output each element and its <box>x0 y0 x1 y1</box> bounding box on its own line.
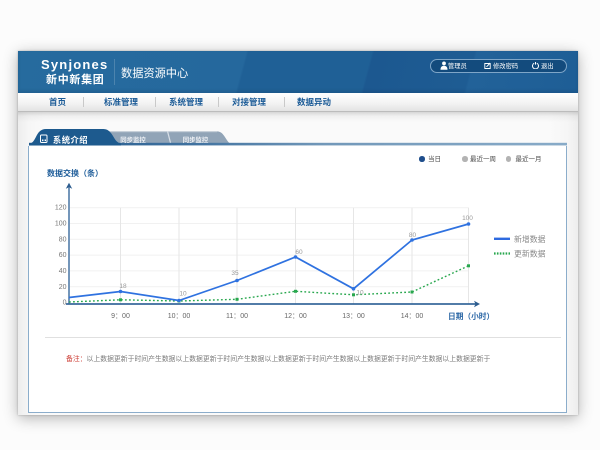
svg-text:40: 40 <box>59 268 67 275</box>
svg-text:35: 35 <box>231 270 239 277</box>
svg-text:20: 20 <box>59 284 67 291</box>
svg-text:13：00: 13：00 <box>342 313 365 320</box>
svg-text:18: 18 <box>119 283 127 290</box>
svg-text:0: 0 <box>63 300 67 307</box>
svg-text:60: 60 <box>295 249 303 256</box>
svg-text:新增数据: 新增数据 <box>514 234 546 244</box>
svg-text:60: 60 <box>59 252 67 259</box>
svg-text:100: 100 <box>462 215 473 222</box>
svg-text:120: 120 <box>55 205 67 212</box>
svg-text:11：00: 11：00 <box>226 313 248 320</box>
svg-text:10: 10 <box>356 290 364 297</box>
svg-text:100: 100 <box>55 221 67 228</box>
svg-text:9：00: 9：00 <box>111 313 130 320</box>
svg-text:更新数据: 更新数据 <box>514 249 546 259</box>
svg-text:12：00: 12：00 <box>284 313 307 320</box>
svg-text:80: 80 <box>409 232 417 239</box>
svg-text:10: 10 <box>179 291 187 298</box>
svg-text:10：00: 10：00 <box>168 313 191 320</box>
svg-text:14：00: 14：00 <box>401 313 424 320</box>
svg-text:80: 80 <box>59 236 67 243</box>
